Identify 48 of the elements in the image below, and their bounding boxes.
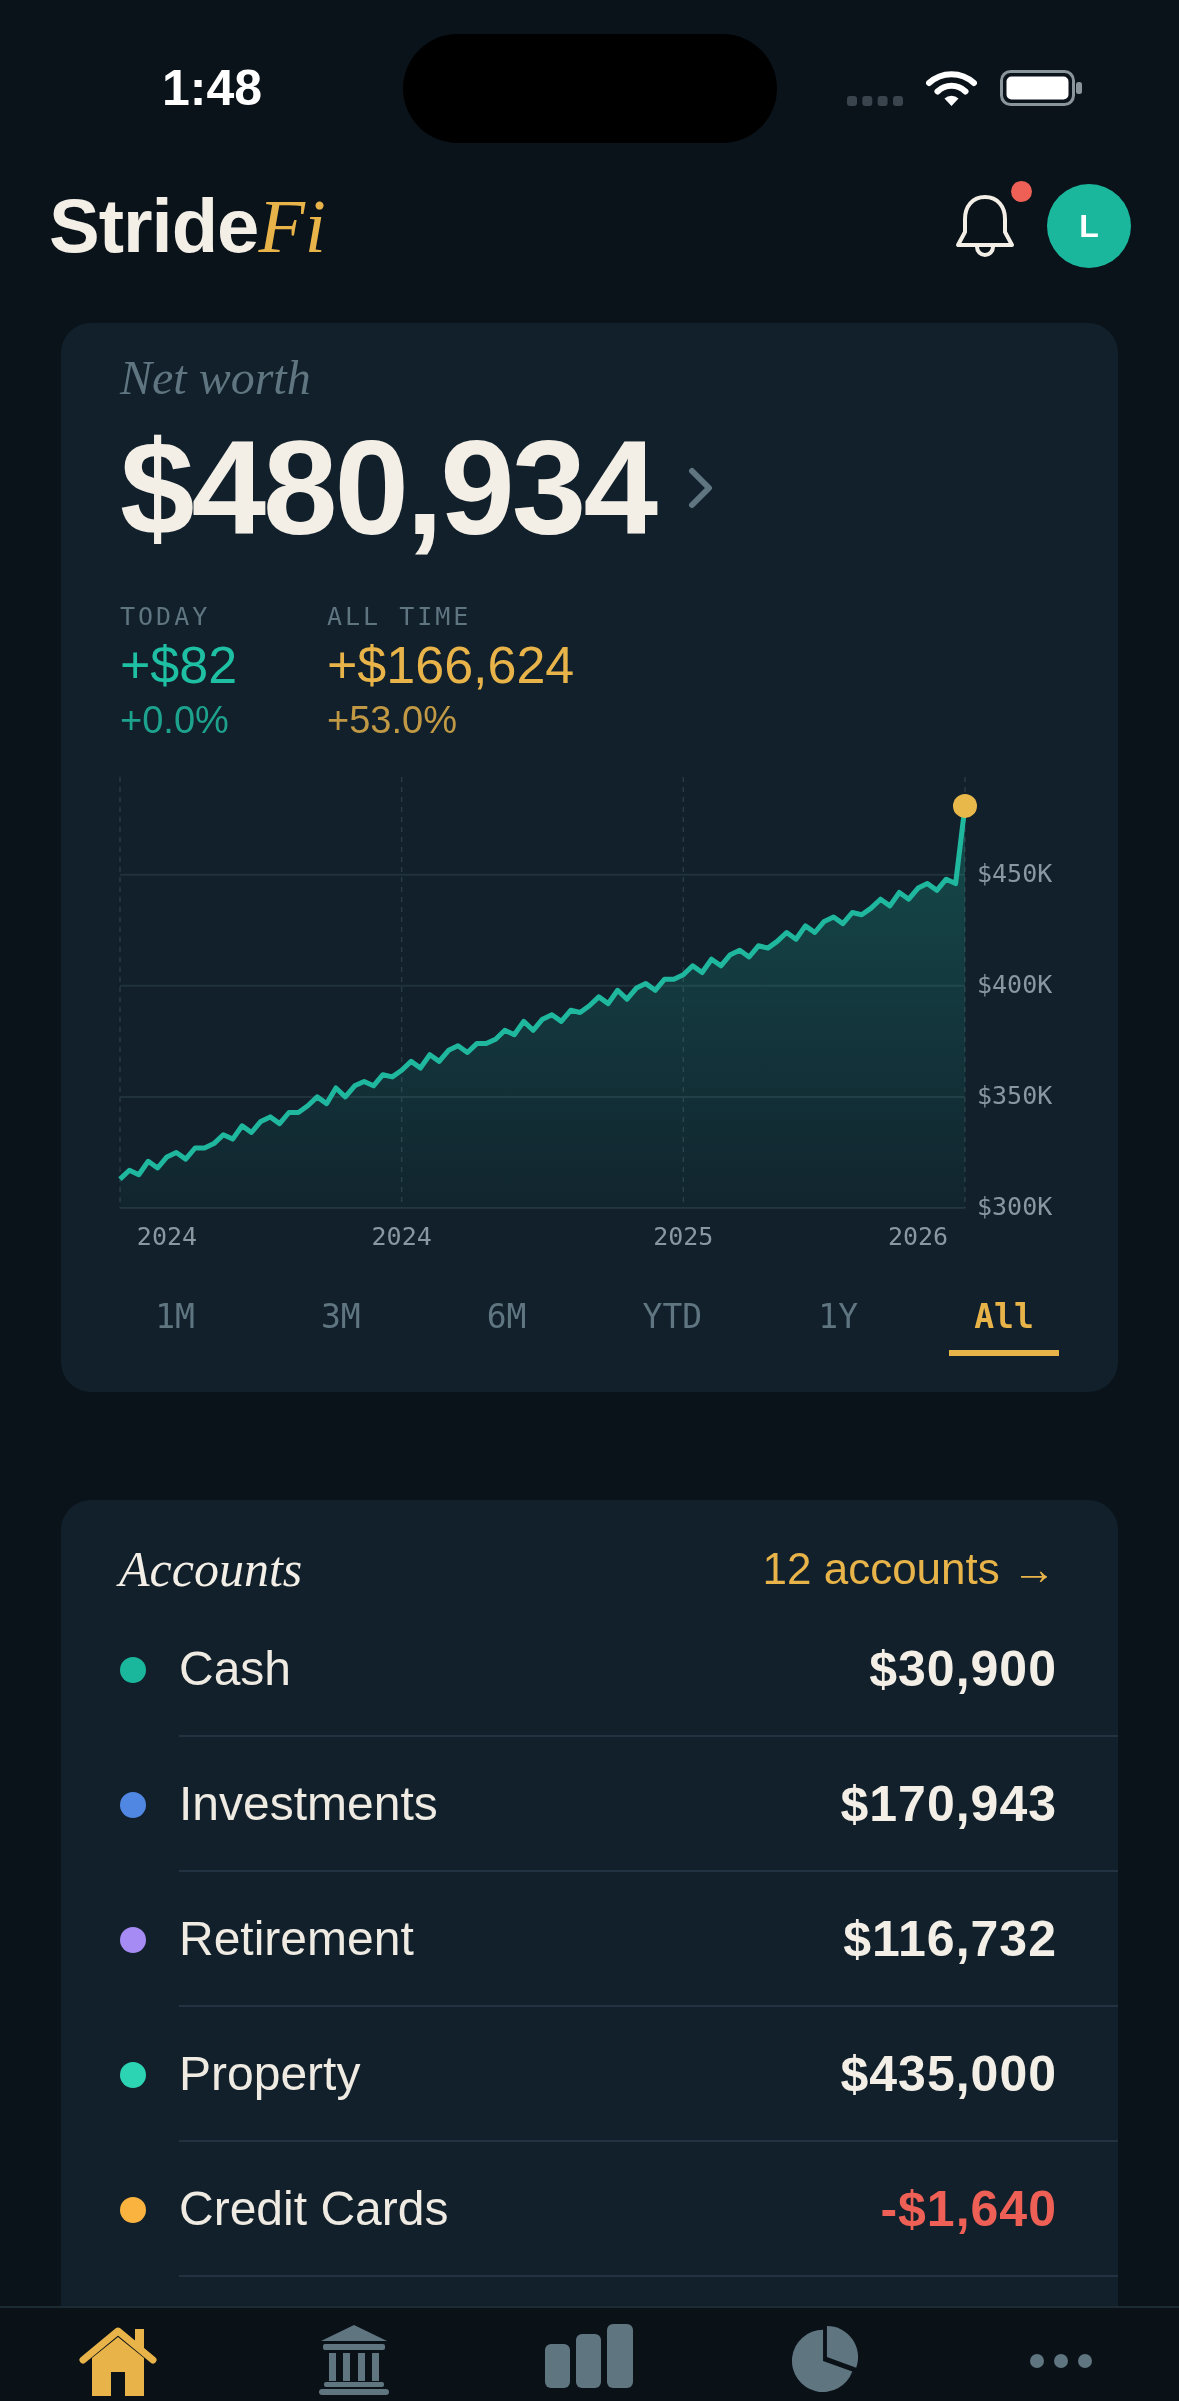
app-logo: StrideFi xyxy=(49,182,326,270)
more-icon xyxy=(1029,2353,1094,2369)
x-axis-label: 2024 xyxy=(136,1222,198,1251)
stat-label: TODAY xyxy=(120,601,211,633)
wifi-icon xyxy=(926,70,977,106)
stat-label: ALL TIME xyxy=(327,601,472,633)
cellular-signal-icon xyxy=(847,96,903,106)
y-axis-label: $300K xyxy=(977,1192,1053,1221)
account-name: Property xyxy=(179,2045,361,2102)
house-icon xyxy=(77,2324,158,2396)
account-name: Credit Cards xyxy=(179,2180,449,2237)
avatar-button[interactable]: L xyxy=(1047,184,1131,268)
range-tab[interactable]: 1Y xyxy=(783,1286,894,1356)
chevron-right-icon[interactable] xyxy=(687,467,714,509)
x-axis-label: 2024 xyxy=(371,1222,432,1251)
net-worth-label: Net worth xyxy=(120,350,312,406)
range-tab[interactable]: 6M xyxy=(451,1286,562,1356)
account-name: Investments xyxy=(179,1775,438,1832)
range-tab[interactable]: All xyxy=(949,1286,1059,1356)
account-name: Cash xyxy=(179,1640,292,1697)
range-tab[interactable]: 1M xyxy=(120,1286,230,1356)
notifications-button[interactable] xyxy=(954,181,1032,259)
stat-amount: +$82 xyxy=(120,635,238,695)
account-balance: $435,000 xyxy=(840,2044,1057,2104)
all-accounts-link[interactable]: 12 accounts → xyxy=(762,1541,1056,1597)
status-time: 1:48 xyxy=(162,60,263,116)
bell-icon xyxy=(954,193,1016,259)
y-axis-label: $350K xyxy=(977,1080,1053,1110)
bank-building-icon xyxy=(317,2324,390,2395)
y-axis-label: $450K xyxy=(977,858,1053,888)
range-tab[interactable]: 3M xyxy=(285,1286,396,1356)
account-name: Retirement xyxy=(179,1910,414,1967)
pie-chart-icon xyxy=(790,2324,861,2394)
stat-amount: +$166,624 xyxy=(327,635,575,695)
x-axis-label: 2025 xyxy=(653,1222,714,1251)
endpoint-marker-icon xyxy=(953,793,977,818)
battery-icon xyxy=(1000,70,1082,106)
account-balance: $170,943 xyxy=(840,1774,1057,1834)
account-balance: $116,732 xyxy=(843,1909,1057,1969)
stat-percent: +0.0% xyxy=(120,698,229,743)
bar-chart-icon xyxy=(545,2324,634,2388)
y-axis-label: $400K xyxy=(977,969,1053,999)
x-axis-label: 2026 xyxy=(887,1222,949,1251)
account-balance: $30,900 xyxy=(869,1639,1057,1699)
account-balance: -$1,640 xyxy=(880,2179,1057,2239)
stat-percent: +53.0% xyxy=(327,698,457,743)
range-tab[interactable]: YTD xyxy=(617,1286,728,1356)
net-worth-value: $480,934 xyxy=(120,423,655,553)
